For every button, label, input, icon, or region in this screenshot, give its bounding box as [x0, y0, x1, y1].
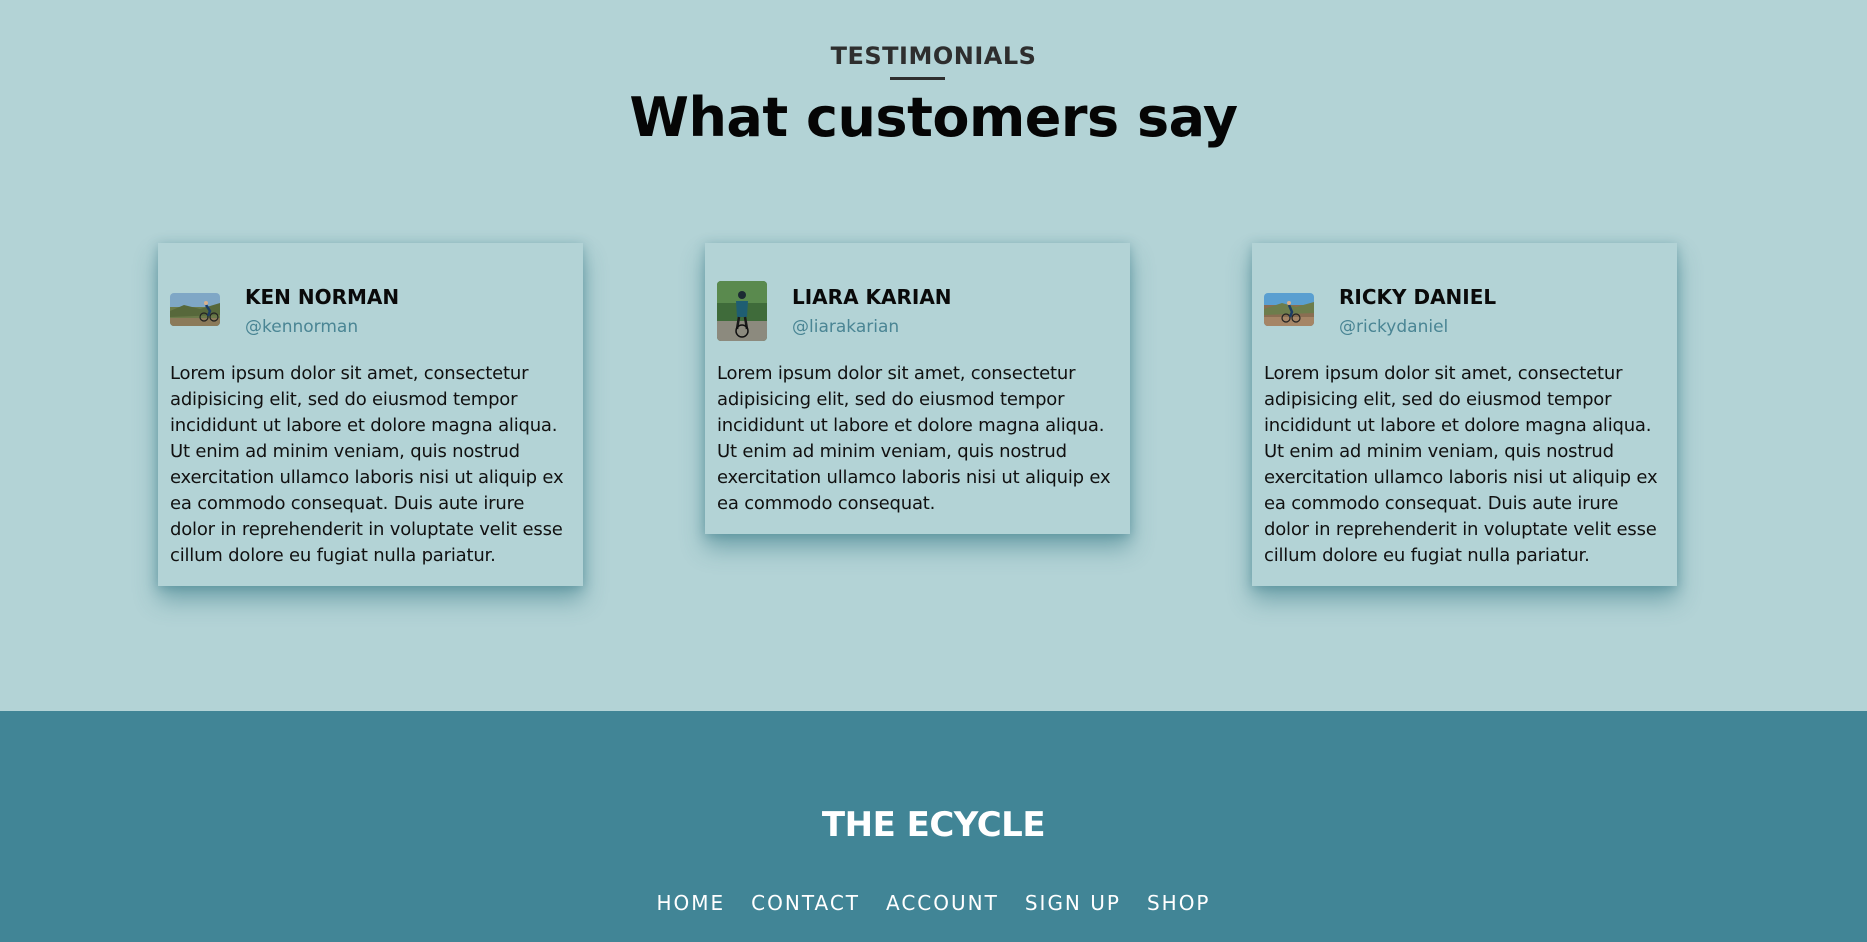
testimonial-header: RICKY DANIEL @rickydaniel	[1264, 243, 1665, 361]
cyclist-photo-avatar	[170, 293, 220, 326]
cyclist-photo-avatar	[1264, 293, 1314, 326]
footer-link-contact[interactable]: CONTACT	[751, 891, 860, 915]
section-headline: What customers say	[629, 86, 1238, 149]
testimonial-header: KEN NORMAN @kennorman	[170, 243, 571, 361]
eyebrow-underline	[890, 77, 945, 80]
footer-link-account[interactable]: ACCOUNT	[886, 891, 999, 915]
footer-link-sign-up[interactable]: SIGN UP	[1025, 891, 1121, 915]
customer-name: RICKY DANIEL	[1339, 285, 1497, 309]
footer-nav: HOME CONTACT ACCOUNT SIGN UP SHOP	[0, 891, 1867, 915]
testimonial-quote: Lorem ipsum dolor sit amet, consectetur …	[1264, 363, 1658, 566]
testimonials-section: TESTIMONIALS What customers say KEN NORM…	[0, 0, 1867, 711]
customer-name: KEN NORMAN	[245, 285, 400, 309]
customer-name: LIARA KARIAN	[792, 285, 952, 309]
footer-brand[interactable]: THE ECYCLE	[0, 805, 1867, 845]
footer-link-shop[interactable]: SHOP	[1147, 891, 1211, 915]
testimonial-card: RICKY DANIEL @rickydaniel Lorem ipsum do…	[1252, 243, 1677, 586]
customer-handle[interactable]: @liarakarian	[792, 317, 899, 337]
testimonial-header: LIARA KARIAN @liarakarian	[717, 243, 1118, 361]
testimonial-card: LIARA KARIAN @liarakarian Lorem ipsum do…	[705, 243, 1130, 534]
section-eyebrow: TESTIMONIALS	[830, 42, 1037, 70]
testimonial-quote: Lorem ipsum dolor sit amet, consectetur …	[717, 363, 1111, 514]
customer-handle[interactable]: @kennorman	[245, 317, 358, 337]
testimonial-quote: Lorem ipsum dolor sit amet, consectetur …	[170, 363, 564, 566]
testimonial-card: KEN NORMAN @kennorman Lorem ipsum dolor …	[158, 243, 583, 586]
customer-handle[interactable]: @rickydaniel	[1339, 317, 1448, 337]
cyclist-photo-avatar	[717, 281, 767, 341]
footer-link-home[interactable]: HOME	[656, 891, 725, 915]
site-footer: THE ECYCLE HOME CONTACT ACCOUNT SIGN UP …	[0, 711, 1867, 942]
